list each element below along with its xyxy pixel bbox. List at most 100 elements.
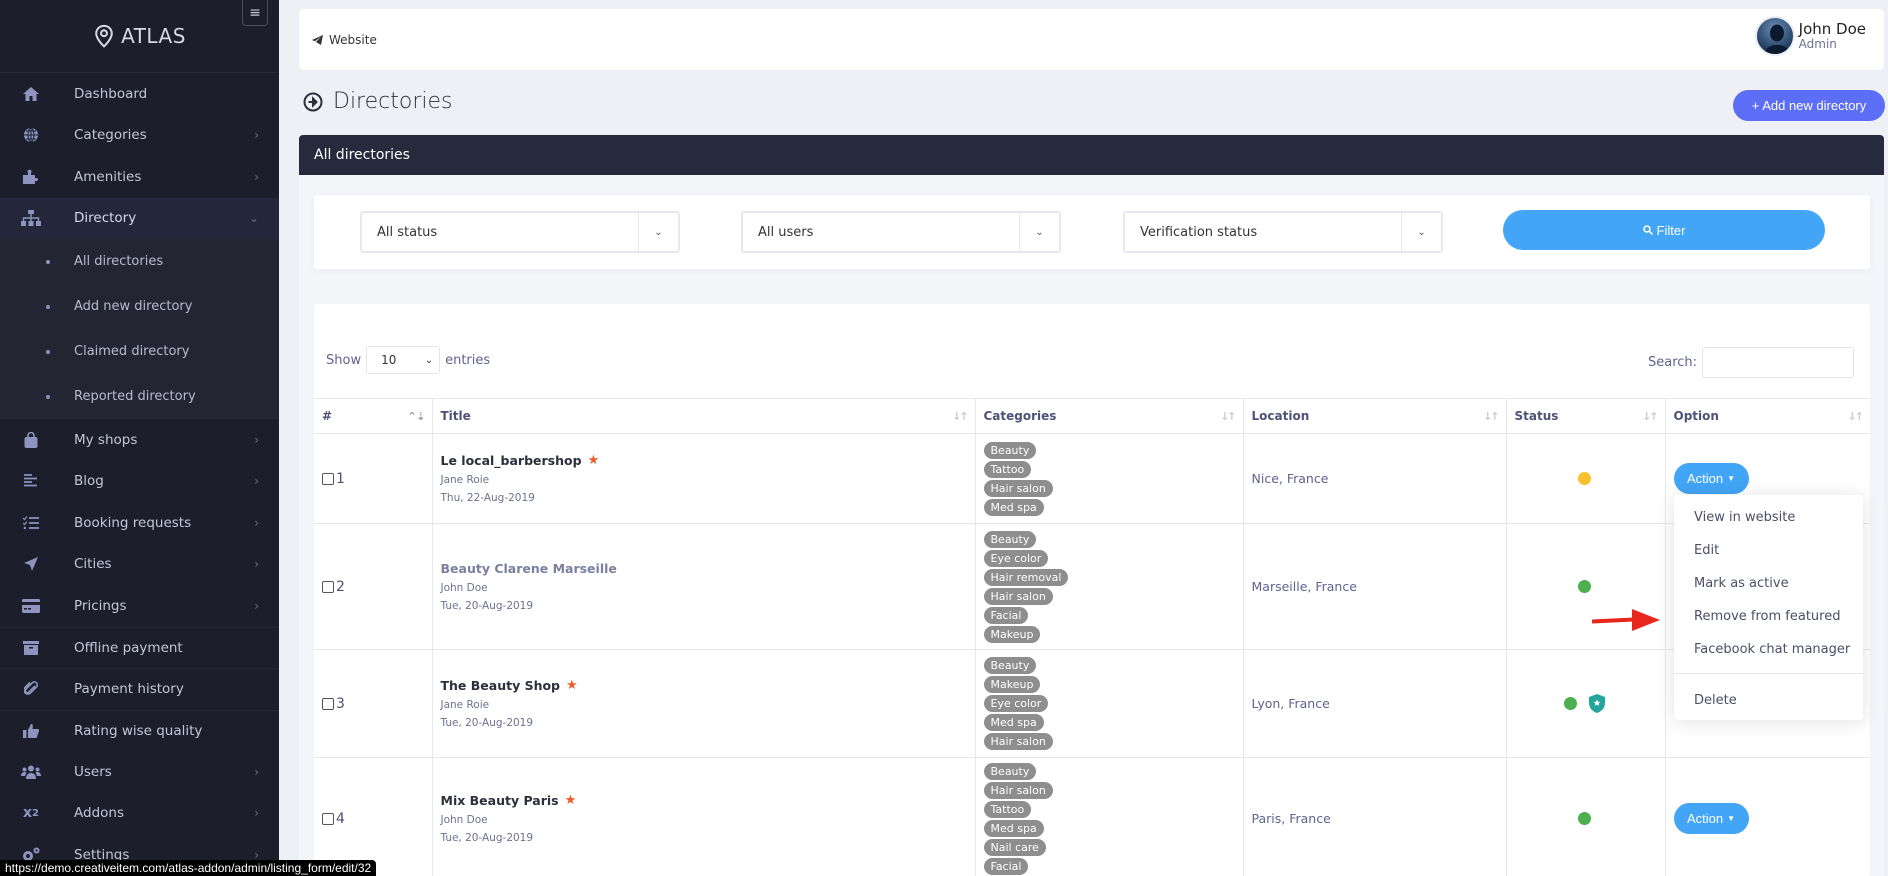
chevron-right-icon: › (254, 515, 259, 530)
sidebar-subitem-label: Reported directory (74, 389, 196, 404)
sidebar-toggle-button[interactable]: ≡ (242, 0, 268, 26)
thumbs-up-icon (20, 722, 42, 740)
chevron-down-icon: ⌄ (1401, 213, 1441, 251)
sidebar-item-label: Addons (74, 805, 124, 822)
column-header-number[interactable]: # ⌃ ⇣ (314, 398, 432, 434)
status-bar-url: https://demo.creativeitem.com/atlas-addo… (0, 860, 377, 876)
row-checkbox[interactable] (322, 812, 334, 825)
category-badge: Beauty (983, 762, 1037, 780)
sidebar: ATLAS ≡ Dashboard Categories › Amenities… (0, 0, 279, 876)
listing-title-link[interactable]: Beauty Clarene Marseille (441, 561, 617, 576)
sidebar-subitem-claimed-directory[interactable]: Claimed directory (0, 329, 279, 374)
users-filter-select[interactable]: All users ⌄ (741, 211, 1061, 253)
row-checkbox[interactable] (322, 580, 334, 593)
sidebar-subitem-reported-directory[interactable]: Reported directory (0, 374, 279, 419)
website-link[interactable]: Website (312, 33, 377, 47)
action-dropdown-menu: View in website Edit Mark as active Remo… (1674, 495, 1863, 720)
listing-date: Thu, 22-Aug-2019 (440, 492, 535, 504)
status-indicator (1578, 472, 1591, 485)
brand-logo[interactable]: ATLAS (0, 0, 279, 73)
table-row: 1 Le local_barbershop ★ Jane Roie Thu, 22… (314, 433, 1870, 524)
sidebar-item-payment-history[interactable]: Payment history (0, 668, 279, 710)
column-header-option[interactable]: Option ↓↑ (1664, 398, 1870, 434)
row-number: 1 (336, 470, 345, 487)
column-header-categories[interactable]: Categories ↓↑ (974, 398, 1243, 434)
status-filter-value: All status (377, 224, 438, 240)
sidebar-subitem-label: Add new directory (74, 299, 193, 314)
status-filter-select[interactable]: All status ⌄ (360, 211, 680, 253)
menu-item-view-in-website[interactable]: View in website (1674, 501, 1863, 534)
sort-icon: ↓↑ (1483, 410, 1500, 423)
listing-date: Tue, 20-Aug-2019 (440, 600, 534, 612)
sidebar-subitem-add-new-directory[interactable]: Add new directory (0, 284, 279, 329)
search-input[interactable] (1702, 347, 1855, 378)
sidebar-item-label: My shops (74, 431, 138, 448)
column-label: Option (1673, 409, 1719, 423)
action-button-label: Action (1686, 471, 1724, 486)
chevron-down-icon: ⌄ (638, 213, 678, 251)
category-list: Beauty Eye color Hair removal Hair salon Fac… (983, 527, 1243, 647)
sidebar-item-addons[interactable]: x2 Addons › (0, 793, 279, 835)
sidebar-item-label: Dashboard (74, 85, 148, 102)
category-list: Beauty Tattoo Hair salon Med spa (983, 438, 1243, 520)
column-header-status[interactable]: Status ↓↑ (1505, 398, 1665, 434)
column-header-location[interactable]: Location ↓↑ (1242, 398, 1506, 434)
row-checkbox[interactable] (322, 697, 334, 710)
sidebar-item-dashboard[interactable]: Dashboard (0, 73, 279, 115)
table-row: 4 Mix Beauty Paris ★ John Doe Tue, 20-Aug… (314, 757, 1870, 876)
sidebar-item-users[interactable]: Users › (0, 751, 279, 793)
action-button-label: Action (1686, 811, 1724, 826)
chevron-right-icon: › (254, 128, 259, 143)
verification-filter-select[interactable]: Verification status ⌄ (1123, 211, 1443, 253)
bullet-icon (46, 394, 50, 399)
chevron-right-icon: › (254, 557, 259, 572)
bullet-icon (46, 349, 50, 354)
sidebar-item-categories[interactable]: Categories › (0, 115, 279, 157)
menu-item-edit[interactable]: Edit (1674, 534, 1863, 567)
menu-item-facebook-chat-manager[interactable]: Facebook chat manager (1674, 633, 1863, 666)
column-header-title[interactable]: Title ↓↑ (431, 398, 975, 434)
entries-length-select[interactable]: 10 ⌄ (366, 346, 441, 374)
search-icon (1642, 225, 1653, 235)
menu-item-remove-from-featured[interactable]: Remove from featured (1674, 600, 1863, 633)
menu-item-delete[interactable]: Delete (1674, 684, 1863, 717)
sidebar-item-cities[interactable]: Cities › (0, 544, 279, 586)
avatar (1754, 16, 1795, 56)
row-checkbox[interactable] (322, 472, 334, 485)
map-pin-icon (95, 24, 113, 48)
sidebar-item-offline-payment[interactable]: Offline payment (0, 626, 279, 669)
bullet-icon (46, 304, 50, 309)
sidebar-item-directory[interactable]: Directory ⌄ (0, 197, 279, 239)
user-menu[interactable]: John Doe Admin (1754, 16, 1866, 56)
sidebar-item-label: Directory (74, 210, 137, 227)
chevron-right-icon: › (254, 806, 259, 821)
row-number: 4 (336, 810, 345, 827)
listing-location: Lyon, France (1251, 696, 1330, 711)
entries-label: entries (445, 352, 491, 368)
search-label: Search: (1648, 355, 1698, 370)
menu-item-mark-as-active[interactable]: Mark as active (1674, 567, 1863, 600)
sidebar-item-amenities[interactable]: Amenities › (0, 156, 279, 198)
sidebar-item-booking-requests[interactable]: Booking requests › (0, 502, 279, 544)
sidebar-subitem-all-directories[interactable]: All directories (0, 239, 279, 284)
action-dropdown-button[interactable]: Action ▼ (1673, 463, 1749, 494)
listing-title-link[interactable]: Mix Beauty Paris (441, 793, 559, 808)
sidebar-item-pricings[interactable]: Pricings › (0, 585, 279, 627)
table-header-row: # ⌃ ⇣ Title ↓↑ Categories ↓↑ Location ↓↑ Sta… (314, 398, 1870, 434)
show-entries: Show 10 ⌄ entries (326, 346, 490, 374)
user-role: Admin (1798, 37, 1837, 51)
action-dropdown-button[interactable]: Action ▼ (1673, 803, 1749, 834)
sidebar-item-blog[interactable]: Blog › (0, 461, 279, 503)
sidebar-item-my-shops[interactable]: My shops › (0, 419, 279, 461)
listing-title-link[interactable]: Le local_barbershop (441, 453, 582, 468)
card-header: All directories (299, 135, 1884, 175)
add-new-directory-button[interactable]: + Add new directory (1733, 90, 1885, 121)
chevron-right-icon: › (254, 764, 259, 779)
users-icon (20, 763, 42, 781)
filter-button[interactable]: Filter (1503, 210, 1825, 250)
sidebar-item-rating-wise-quality[interactable]: Rating wise quality (0, 709, 279, 752)
listing-title-link[interactable]: The Beauty Shop (441, 678, 561, 693)
sort-icon: ↓↑ (952, 410, 969, 423)
puzzle-icon (20, 168, 42, 186)
column-label: Location (1251, 409, 1310, 423)
